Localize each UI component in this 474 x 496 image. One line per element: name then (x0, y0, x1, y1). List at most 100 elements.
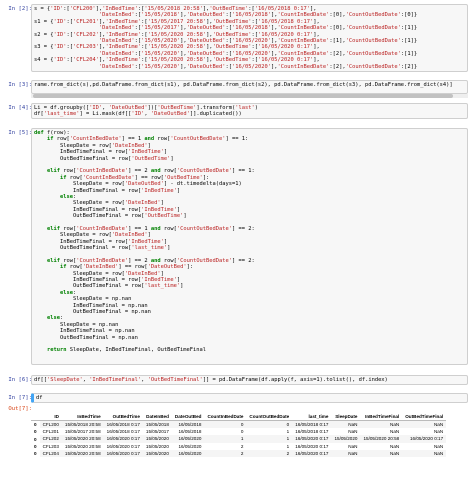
column-header: DateInBed (142, 413, 172, 421)
row-index: 0 (34, 450, 37, 456)
code-editor[interactable]: s = {'ID':['CFL200'],'InBedTime':['15/05… (31, 4, 468, 72)
column-header: CountInBedDate (204, 413, 247, 421)
table-cell: 0 (204, 420, 247, 429)
table-cell: 15/05/2020 20:58 (360, 435, 403, 443)
table-cell: 1 (286, 429, 290, 435)
table-cell: 16/05/2020 (171, 435, 205, 443)
input-prompt: In [4]: (8, 105, 32, 111)
table-cell: 1 (246, 435, 293, 443)
table-cell: 16/05/2020 0:17 (103, 435, 143, 443)
row-index: 0 (34, 422, 37, 428)
code-lines: df[['SleepDate', 'InBedTimeFinal', 'OutB… (32, 377, 467, 383)
horizontal-scrollbar[interactable] (31, 94, 468, 98)
code-line: 'DateInBed':['15/05/2020'],'DateOutBed':… (98, 63, 418, 70)
input-prompt: In [3]: (8, 82, 32, 88)
code-editor[interactable]: df (31, 393, 468, 403)
table-cell: CFL200 (39, 420, 62, 429)
table-cell: NaN (433, 443, 444, 449)
row-index: 0 (34, 443, 37, 449)
code-lines: df (34, 395, 467, 401)
code-line: rame.from_dict(s),pd.DataFrame.from_dict… (34, 82, 453, 88)
row-index: 0 (34, 429, 37, 435)
table-cell: NaN (390, 443, 400, 449)
code-line: df[['SleepDate', 'InBedTimeFinal', 'OutB… (34, 377, 388, 383)
table-cell: NaN (402, 420, 447, 429)
table-row: 0 CFL202 15/05/2020 20:58 16/05/2020 0:17 15… (31, 435, 447, 443)
input-prompt: In [7]: (8, 395, 32, 401)
input-prompt: In [6]: (8, 377, 32, 383)
table-cell: 15/05/2020 (142, 435, 172, 443)
table-cell: 16/05/2020 0:17 (106, 443, 140, 449)
table-cell: CFL203 (42, 443, 59, 449)
table-cell: NaN (433, 429, 444, 435)
table-cell: 16/05/2018 0:17 (103, 420, 143, 429)
table-cell: 16/05/2020 (171, 449, 205, 458)
table-cell: 16/05/2020 0:17 (292, 449, 332, 458)
code-line: df['last_time'] = Li.mask(df[['ID', 'Dat… (34, 111, 242, 118)
table-cell: 15/05/2020 20:58 (61, 435, 104, 443)
table-header-row: ID InBedTime OutBedTime DateInBed DateOutBed… (31, 413, 447, 421)
table-cell: 16/05/2018 0:17 (295, 429, 329, 435)
table-cell: 15/05/2020 (142, 449, 172, 458)
table-cell: NaN (390, 429, 400, 435)
table-body: 0 CFL200 15/05/2018 20:58 16/05/2018 0:17 15… (31, 420, 447, 458)
column-header: SleepDate (331, 413, 361, 421)
column-header: CountOutBedDate (246, 413, 293, 421)
column-header: InBedTimeFinal (360, 413, 403, 421)
code-editor[interactable]: df[['SleepDate', 'InBedTimeFinal', 'OutB… (31, 375, 468, 385)
table-cell: NaN (360, 449, 403, 458)
column-header: OutBedTimeFinal (402, 413, 447, 421)
input-prompt: In [5]: (8, 130, 32, 136)
scrollbar-thumb[interactable] (33, 94, 453, 98)
column-header: last_time (292, 413, 332, 421)
code-lines: def f(row): if row['CountInBedDate'] == … (32, 130, 467, 354)
table-cell: NaN (331, 449, 361, 458)
table-row: 0 CFL203 15/05/2020 20:58 16/05/2020 0:17 15… (31, 443, 446, 450)
code-lines: rame.from_dict(s),pd.DataFrame.from_dict… (32, 82, 467, 88)
code-line: df (36, 395, 43, 401)
table-cell: 16/05/2018 0:17 (106, 429, 140, 435)
table-cell: NaN (402, 449, 447, 458)
table-cell: 0 (240, 429, 244, 435)
column-header: ID (39, 413, 62, 421)
code-lines: s = {'ID':['CFL200'],'InBedTime':['15/05… (32, 6, 467, 70)
code-editor[interactable]: rame.from_dict(s),pd.DataFrame.from_dict… (31, 80, 468, 94)
code-editor[interactable]: def f(row): if row['CountInBedDate'] == … (31, 128, 468, 365)
row-index: 0 (34, 436, 37, 442)
table-cell: 16/05/2018 (171, 420, 205, 429)
table-cell: 15/05/2018 20:58 (61, 420, 104, 429)
table-cell: 15/05/2020 20:58 (61, 449, 104, 458)
table-row: 0 CFL200 15/05/2018 20:58 16/05/2018 0:17 15… (31, 420, 447, 429)
column-header: InBedTime (61, 413, 104, 421)
table-cell: 15/05/2020 (145, 443, 169, 449)
table-cell: 2 (204, 449, 247, 458)
output-prompt: Out[7]: (8, 406, 32, 412)
dataframe-output: ID InBedTime OutBedTime DateInBed DateOutBed… (31, 413, 468, 458)
column-header: DateOutBed (171, 413, 205, 421)
table-cell: 0 (246, 420, 293, 429)
table-cell: 16/05/2020 0:17 (295, 443, 329, 449)
table-cell: NaN (360, 420, 403, 429)
input-prompt: In [2]: (8, 6, 32, 12)
table-cell: 16/05/2020 0:17 (103, 449, 143, 458)
table-cell: NaN (331, 420, 361, 429)
table-cell: 15/05/2018 (142, 420, 172, 429)
table-cell: 15/05/2020 (331, 435, 361, 443)
code-lines: Li = df.groupby(['ID', 'DateOutBed'])['O… (32, 105, 467, 118)
table-cell: 15/05/2020 20:58 (64, 443, 101, 449)
table-cell: 16/05/2018 (178, 429, 202, 435)
table-cell: 16/05/2020 0:17 (292, 435, 332, 443)
table-cell: NaN (348, 429, 358, 435)
table-cell: 15/05/2017 (145, 429, 169, 435)
code-editor[interactable]: Li = df.groupby(['ID', 'DateOutBed'])['O… (31, 103, 468, 119)
table-cell: 16/05/2020 (178, 443, 202, 449)
table-cell: 2 (246, 449, 293, 458)
table-cell: 2 (240, 443, 244, 449)
code-line: return SleepDate, InBedTimeFinal, OutBed… (46, 347, 207, 354)
table-cell: CFL204 (39, 449, 62, 458)
table-cell: 16/05/2018 0:17 (292, 420, 332, 429)
table-cell: 15/05/2017 20:58 (64, 429, 101, 435)
dataframe-table: ID InBedTime OutBedTime DateInBed DateOutBed… (31, 413, 447, 458)
table-cell: 16/05/2020 0:17 (402, 435, 447, 443)
column-header: OutBedTime (103, 413, 143, 421)
